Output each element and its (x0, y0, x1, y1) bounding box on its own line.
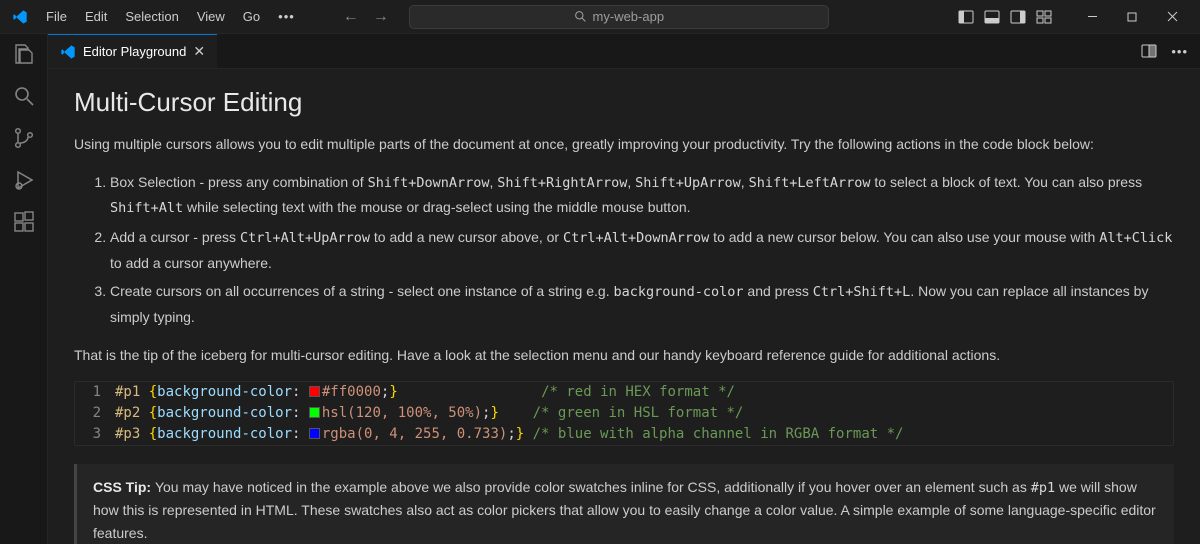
minimize-button[interactable] (1072, 0, 1112, 34)
explorer-icon[interactable] (12, 42, 36, 66)
menu-go[interactable]: Go (235, 5, 268, 28)
color-swatch-icon[interactable] (309, 407, 320, 418)
split-editor-icon[interactable] (1141, 43, 1157, 59)
maximize-button[interactable] (1112, 0, 1152, 34)
nav-forward-icon[interactable]: → (373, 8, 389, 26)
command-center[interactable]: my-web-app (409, 5, 829, 29)
toggle-primary-sidebar-icon[interactable] (958, 9, 974, 25)
editor-more-actions-icon[interactable]: ••• (1171, 44, 1188, 59)
editor-content: Multi-Cursor Editing Using multiple curs… (48, 69, 1200, 544)
instruction-list: Box Selection - press any combination of… (74, 170, 1174, 330)
layout-controls (958, 9, 1052, 25)
intro-paragraph: Using multiple cursors allows you to edi… (74, 134, 1174, 156)
toggle-panel-icon[interactable] (984, 9, 1000, 25)
color-swatch-icon[interactable] (309, 428, 320, 439)
code-line-3: 3 #p3 {background-color: rgba(0, 4, 255,… (75, 424, 1173, 445)
page-heading: Multi-Cursor Editing (74, 87, 1174, 118)
editor-tab-bar: Editor Playground ✕ ••• (48, 34, 1200, 69)
menu-selection[interactable]: Selection (117, 5, 186, 28)
window-controls (1072, 0, 1192, 34)
line-number: 2 (75, 403, 115, 424)
line-number: 1 (75, 382, 115, 403)
toggle-secondary-sidebar-icon[interactable] (1010, 9, 1026, 25)
nav-arrows: ← → (343, 8, 389, 26)
run-debug-icon[interactable] (12, 168, 36, 192)
activity-bar (0, 34, 48, 544)
line-number: 3 (75, 424, 115, 445)
search-icon (574, 10, 587, 23)
code-block[interactable]: 1 #p1 {background-color: #ff0000;} /* re… (74, 381, 1174, 446)
search-text: my-web-app (593, 9, 665, 24)
title-bar: File Edit Selection View Go ••• ← → my-w… (0, 0, 1200, 34)
search-panel-icon[interactable] (12, 84, 36, 108)
customize-layout-icon[interactable] (1036, 9, 1052, 25)
menu-bar: File Edit Selection View Go ••• (38, 5, 303, 28)
source-control-icon[interactable] (12, 126, 36, 150)
code-line-2: 2 #p2 {background-color: hsl(120, 100%, … (75, 403, 1173, 424)
extensions-icon[interactable] (12, 210, 36, 234)
code-line-1: 1 #p1 {background-color: #ff0000;} /* re… (75, 382, 1173, 403)
menu-view[interactable]: View (189, 5, 233, 28)
tip-label: CSS Tip: (93, 479, 155, 495)
instruction-item-2: Add a cursor - press Ctrl+Alt+UpArrow to… (110, 225, 1174, 275)
tab-close-icon[interactable]: ✕ (193, 43, 205, 60)
css-tip-box: CSS Tip: You may have noticed in the exa… (74, 464, 1174, 544)
outro-paragraph: That is the tip of the iceberg for multi… (74, 345, 1174, 367)
instruction-item-1: Box Selection - press any combination of… (110, 170, 1174, 221)
instruction-item-3: Create cursors on all occurrences of a s… (110, 279, 1174, 329)
nav-back-icon[interactable]: ← (343, 8, 359, 26)
close-button[interactable] (1152, 0, 1192, 34)
color-swatch-icon[interactable] (309, 386, 320, 397)
menu-file[interactable]: File (38, 5, 75, 28)
vscode-tab-icon (60, 44, 76, 60)
menu-more-icon[interactable]: ••• (270, 5, 303, 28)
vscode-logo-icon (12, 9, 28, 25)
tab-title: Editor Playground (83, 44, 186, 59)
tab-editor-playground[interactable]: Editor Playground ✕ (48, 34, 217, 68)
menu-edit[interactable]: Edit (77, 5, 115, 28)
